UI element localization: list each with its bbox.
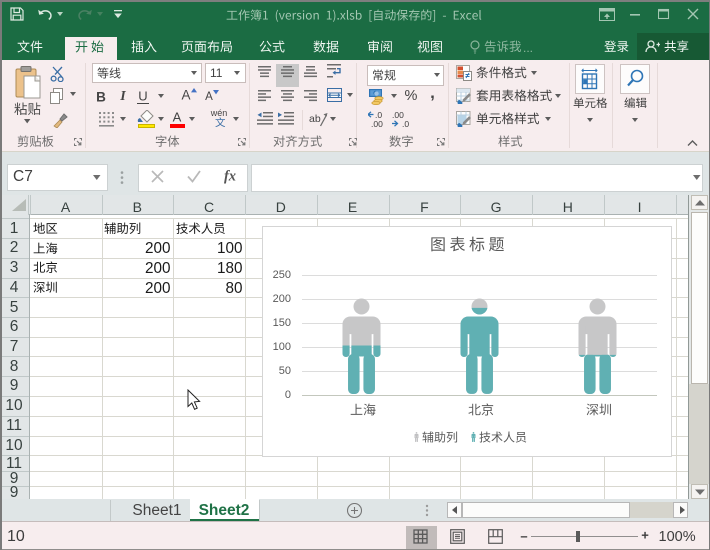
svg-text:.00: .00 (371, 119, 383, 129)
svg-text:.0: .0 (402, 119, 409, 129)
svg-text:ab: ab (309, 113, 321, 125)
